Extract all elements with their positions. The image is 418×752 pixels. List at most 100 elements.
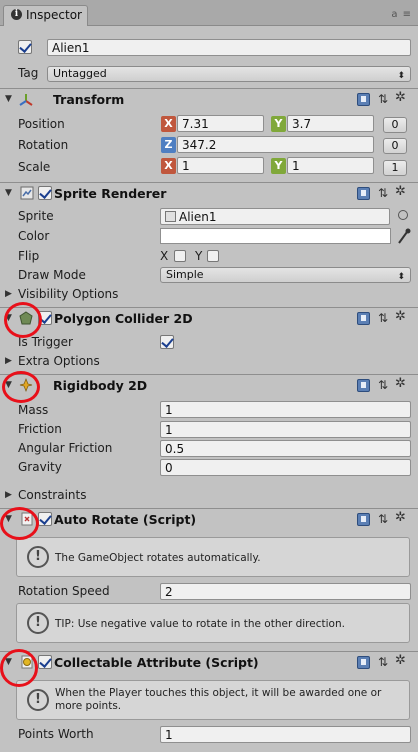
rotation-reset-button[interactable]: 0 — [383, 138, 407, 154]
angular-friction-label: Angular Friction — [18, 441, 113, 455]
visibility-options-foldout[interactable]: Visibility Options — [18, 287, 118, 301]
preset-icon[interactable]: ⇅ — [378, 378, 388, 392]
gravity-field[interactable]: 0 — [160, 459, 411, 476]
transform-header[interactable]: ▼ Transform ⇅ ✲ — [0, 88, 418, 110]
tab-inspector[interactable]: i Inspector — [3, 5, 88, 26]
collectable-enabled-checkbox[interactable] — [38, 655, 52, 669]
help-book-icon[interactable] — [357, 656, 370, 669]
preset-icon[interactable]: ⇅ — [378, 311, 388, 325]
foldout-arrow-icon[interactable]: ▶ — [5, 289, 12, 299]
transform-title: Transform — [53, 92, 125, 107]
transform-header-tools: ⇅ ✲ — [357, 91, 413, 108]
rigidbody-header[interactable]: ▼ Rigidbody 2D ⇅ ✲ — [0, 374, 418, 396]
constraints-foldout[interactable]: Constraints — [18, 488, 86, 502]
scale-reset-button[interactable]: 1 — [383, 160, 407, 176]
polygon-collider-header-tools: ⇅ ✲ — [357, 310, 413, 327]
gear-icon[interactable]: ✲ — [395, 91, 406, 105]
gameobject-name-field[interactable]: Alien1 — [47, 39, 411, 56]
collectable-helpbox: ! When the Player touches this object, i… — [16, 680, 410, 720]
auto-rotate-header[interactable]: ▼ Auto Rotate (Script) ⇅ ✲ — [0, 508, 418, 530]
sprite-label: Sprite — [18, 209, 54, 223]
angular-friction-field[interactable]: 0.5 — [160, 440, 411, 457]
friction-label: Friction — [18, 422, 62, 436]
annotation-circle — [2, 371, 40, 403]
preset-icon[interactable]: ⇅ — [378, 92, 388, 106]
preset-icon[interactable]: ⇅ — [378, 512, 388, 526]
flip-x-label: X — [160, 249, 169, 263]
collectable-header-tools: ⇅ ✲ — [357, 654, 413, 671]
transform-axes-icon — [18, 92, 33, 106]
sprite-value: Alien1 — [179, 210, 217, 224]
tab-inspector-label: Inspector — [26, 8, 82, 22]
tip-help-text: TIP: Use negative value to rotate in the… — [55, 618, 345, 630]
sprite-asset-icon — [165, 211, 176, 222]
axis-y-badge: Y — [271, 158, 286, 174]
scale-y-field[interactable]: 1 — [287, 157, 374, 174]
gear-icon[interactable]: ✲ — [395, 310, 406, 324]
scale-x-field[interactable]: 1 — [177, 157, 264, 174]
auto-rotate-enabled-checkbox[interactable] — [38, 512, 52, 526]
collectable-header[interactable]: ▼ Collectable Attribute (Script) ⇅ ✲ — [0, 651, 418, 673]
foldout-arrow-icon[interactable]: ▶ — [5, 490, 12, 500]
color-swatch[interactable] — [160, 228, 391, 244]
object-picker-icon[interactable] — [398, 210, 408, 220]
flip-label: Flip — [18, 249, 40, 263]
mass-field[interactable]: 1 — [160, 401, 411, 418]
help-book-icon[interactable] — [357, 187, 370, 200]
info-icon: i — [11, 9, 22, 20]
help-book-icon[interactable] — [357, 513, 370, 526]
gear-icon[interactable]: ✲ — [395, 377, 406, 391]
flip-y-checkbox[interactable] — [207, 250, 219, 262]
rotation-speed-label: Rotation Speed — [18, 584, 110, 598]
tip-helpbox: ! TIP: Use negative value to rotate in t… — [16, 603, 410, 643]
color-label: Color — [18, 229, 50, 243]
flip-y-label: Y — [195, 249, 203, 263]
rotation-speed-field[interactable]: 2 — [160, 583, 411, 600]
preset-icon[interactable]: ⇅ — [378, 186, 388, 200]
help-book-icon[interactable] — [357, 93, 370, 106]
draw-mode-value: Simple — [166, 268, 204, 281]
rotation-label: Rotation — [18, 138, 69, 152]
annotation-circle — [0, 649, 38, 687]
help-book-icon[interactable] — [357, 379, 370, 392]
help-book-icon[interactable] — [357, 312, 370, 325]
info-exclamation-icon: ! — [27, 546, 49, 568]
sprite-object-field[interactable]: Alien1 — [160, 208, 390, 225]
auto-rotate-title: Auto Rotate (Script) — [54, 512, 197, 527]
foldout-arrow-icon[interactable]: ▶ — [5, 356, 12, 366]
scale-label: Scale — [18, 160, 51, 174]
preset-icon[interactable]: ⇅ — [378, 655, 388, 669]
dropdown-arrow-icon: ⬍ — [397, 272, 405, 282]
points-worth-field[interactable]: 1 — [160, 726, 411, 743]
sprite-renderer-header[interactable]: ▼ Sprite Renderer ⇅ ✲ — [0, 182, 418, 204]
sprite-renderer-header-tools: ⇅ ✲ — [357, 185, 413, 202]
flip-x-checkbox[interactable] — [174, 250, 186, 262]
sprite-renderer-icon — [20, 186, 34, 200]
eyedropper-icon[interactable] — [396, 227, 412, 245]
gear-icon[interactable]: ✲ — [395, 185, 406, 199]
extra-options-foldout[interactable]: Extra Options — [18, 354, 100, 368]
sprite-renderer-enabled-checkbox[interactable] — [38, 186, 52, 200]
friction-field[interactable]: 1 — [160, 421, 411, 438]
position-x-field[interactable]: 7.31 — [177, 115, 264, 132]
foldout-arrow-icon[interactable]: ▼ — [5, 94, 12, 104]
gear-icon[interactable]: ✲ — [395, 654, 406, 668]
tag-dropdown[interactable]: Untagged ⬍ — [47, 66, 411, 82]
draw-mode-dropdown[interactable]: Simple ⬍ — [160, 267, 411, 283]
tag-value: Untagged — [53, 67, 107, 80]
gear-icon[interactable]: ✲ — [395, 511, 406, 525]
polygon-collider-header[interactable]: ▼ Polygon Collider 2D ⇅ ✲ — [0, 307, 418, 329]
dropdown-arrow-icon: ⬍ — [397, 71, 405, 81]
rotation-z-field[interactable]: 347.2 — [177, 136, 374, 153]
gameobject-active-checkbox[interactable] — [18, 40, 32, 54]
collectable-title: Collectable Attribute (Script) — [54, 655, 259, 670]
axis-x-badge: X — [161, 116, 176, 132]
position-label: Position — [18, 117, 65, 131]
position-y-field[interactable]: 3.7 — [287, 115, 374, 132]
lock-menu-icon[interactable]: a ≡ — [391, 9, 412, 20]
position-reset-button[interactable]: 0 — [383, 117, 407, 133]
foldout-arrow-icon[interactable]: ▼ — [5, 188, 12, 198]
inspector-tab-strip: i Inspector a ≡ — [0, 0, 418, 26]
is-trigger-checkbox[interactable] — [160, 335, 174, 349]
polygon-collider-title: Polygon Collider 2D — [54, 311, 193, 326]
